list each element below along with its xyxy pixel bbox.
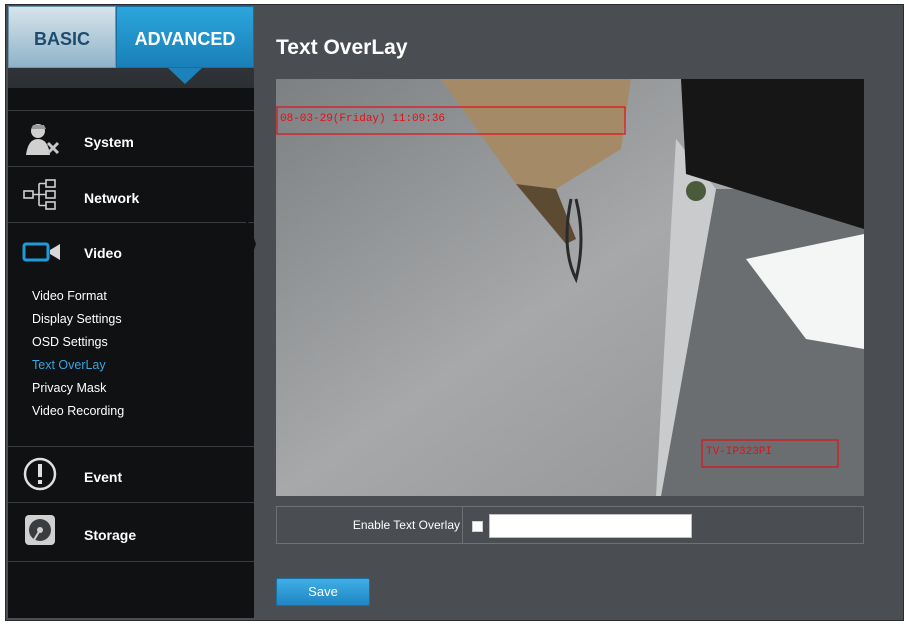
tab-advanced[interactable]: ADVANCED: [116, 6, 254, 68]
sidebar-item-network[interactable]: Network: [8, 166, 254, 223]
save-button[interactable]: Save: [276, 578, 370, 606]
submenu-video-format[interactable]: Video Format: [32, 289, 107, 303]
storage-disk-icon: [25, 515, 55, 545]
sidebar-label-event: Event: [84, 469, 123, 485]
sidebar-item-storage[interactable]: Storage: [8, 502, 254, 562]
active-section-pointer: [246, 216, 256, 272]
sidebar-label-network: Network: [84, 190, 140, 206]
mode-tabbar: BASIC ADVANCED: [8, 6, 254, 88]
enable-text-overlay-row: Enable Text Overlay: [276, 506, 864, 544]
sidebar: BASIC ADVANCED System Network Video Vide…: [8, 6, 254, 618]
exclamation-circle-icon: [23, 457, 57, 491]
video-camera-icon: [22, 242, 60, 262]
sidebar-label-storage: Storage: [84, 527, 137, 543]
submenu-privacy-mask[interactable]: Privacy Mask: [32, 381, 106, 395]
sidebar-item-event[interactable]: Event: [8, 446, 254, 503]
sidebar-item-system[interactable]: System: [8, 110, 254, 167]
camera-image: 08-03-29(Friday) 11:09:36 TV-IP323PI: [276, 79, 864, 496]
overlay-text-input[interactable]: [489, 514, 692, 538]
submenu-display-settings[interactable]: Display Settings: [32, 312, 122, 326]
enable-text-overlay-label: Enable Text Overlay: [277, 507, 463, 543]
submenu-osd-settings[interactable]: OSD Settings: [32, 335, 108, 349]
timestamp-overlay-text: 08-03-29(Friday) 11:09:36: [280, 113, 445, 125]
sidebar-label-video: Video: [84, 245, 122, 261]
submenu-text-overlay[interactable]: Text OverLay: [32, 358, 106, 372]
network-tree-icon: [23, 179, 56, 210]
sidebar-item-video[interactable]: Video Video Format Display Settings OSD …: [8, 222, 254, 447]
submenu-video-recording[interactable]: Video Recording: [32, 404, 124, 418]
page-title: Text OverLay: [276, 36, 408, 59]
camera-name-overlay-text: TV-IP323PI: [706, 446, 772, 458]
sidebar-label-system: System: [84, 134, 134, 150]
enable-text-overlay-checkbox[interactable]: [472, 521, 483, 532]
system-admin-icon: [26, 124, 60, 155]
camera-live-view: 08-03-29(Friday) 11:09:36 TV-IP323PI: [276, 79, 864, 496]
tab-basic[interactable]: BASIC: [8, 6, 116, 68]
active-tab-pointer: [168, 68, 202, 84]
